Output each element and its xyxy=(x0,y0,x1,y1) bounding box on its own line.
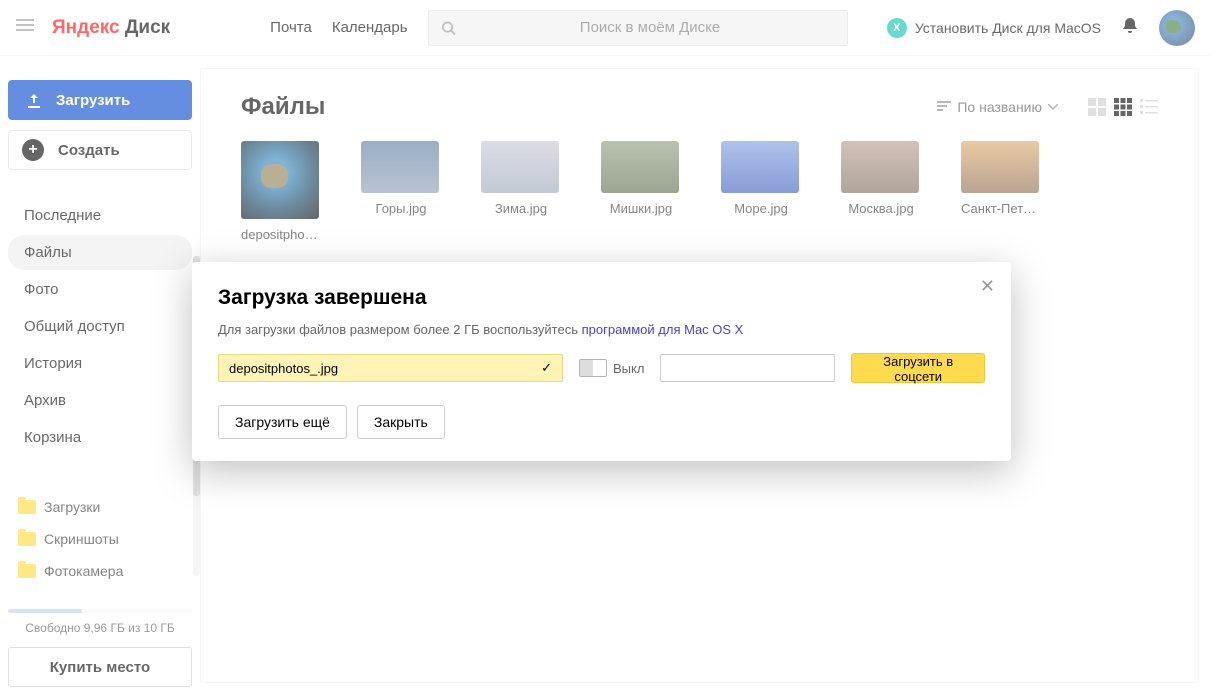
modal-actions: Загрузить ещё Закрыть xyxy=(218,405,985,439)
close-button[interactable]: Закрыть xyxy=(357,405,445,439)
share-toggle[interactable]: Выкл xyxy=(579,359,644,377)
check-icon: ✓ xyxy=(541,360,552,376)
share-social-button[interactable]: Загрузить в соцсети xyxy=(851,353,985,383)
upload-complete-modal: ✕ Загрузка завершена Для загрузки файлов… xyxy=(192,262,1011,461)
modal-subtitle: Для загрузки файлов размером более 2 ГБ … xyxy=(218,322,985,337)
share-link-field[interactable] xyxy=(660,354,835,382)
toggle-label: Выкл xyxy=(613,361,644,376)
modal-title: Загрузка завершена xyxy=(218,286,985,310)
modal-row: depositphotos_.jpg ✓ Выкл Загрузить в со… xyxy=(218,353,985,383)
macos-app-link[interactable]: программой для Mac OS X xyxy=(582,322,744,337)
uploaded-file-field[interactable]: depositphotos_.jpg ✓ xyxy=(218,354,563,382)
close-icon[interactable]: ✕ xyxy=(980,276,995,297)
toggle-switch-icon xyxy=(579,359,607,377)
uploaded-file-name: depositphotos_.jpg xyxy=(229,361,338,376)
upload-more-button[interactable]: Загрузить ещё xyxy=(218,405,347,439)
